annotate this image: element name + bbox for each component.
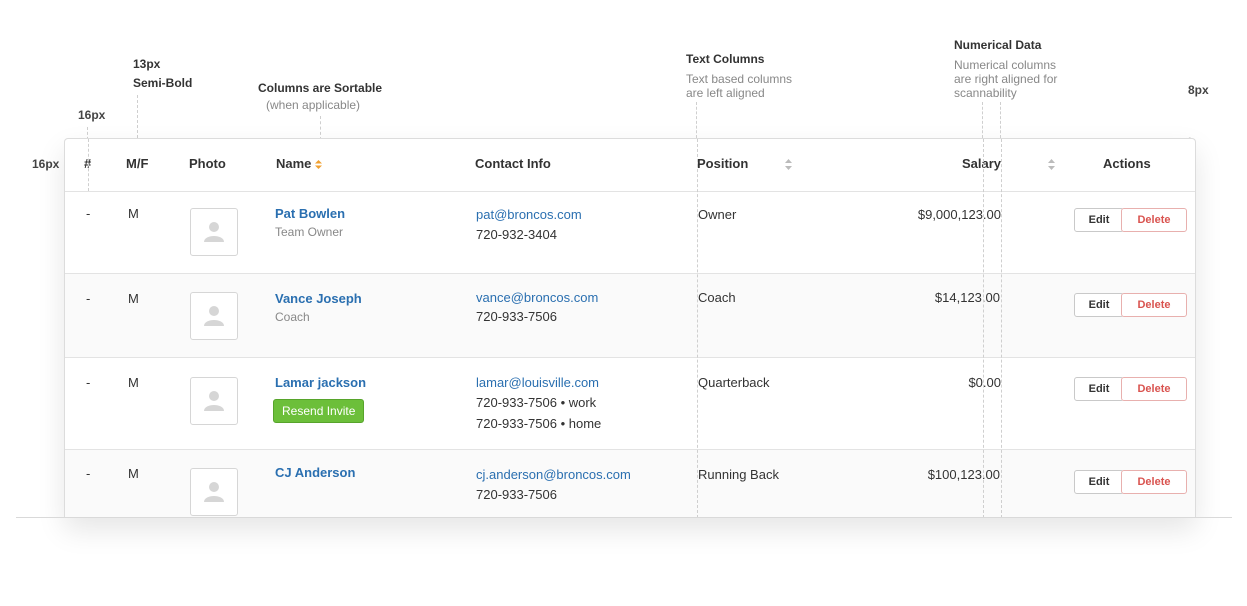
delete-button[interactable]: Delete xyxy=(1121,293,1187,317)
row-position: Running Back xyxy=(698,467,779,482)
row-email-link[interactable]: pat@broncos.com xyxy=(476,207,582,222)
row-salary: $100,123.00 xyxy=(927,467,1000,482)
user-placeholder-icon xyxy=(204,391,224,411)
header-name-label: Name xyxy=(276,156,312,171)
row-number: - xyxy=(86,466,91,481)
guide-numeric-column-b xyxy=(1001,139,1002,518)
sort-ascending-icon xyxy=(315,160,323,169)
delete-button[interactable]: Delete xyxy=(1121,208,1187,232)
header-name[interactable]: Name xyxy=(276,156,323,171)
table-row: - M CJ Anderson cj.anderson@broncos.com … xyxy=(65,449,1195,518)
annotation-font-size: 13px xyxy=(133,57,161,71)
row-salary: $0.00 xyxy=(968,375,1001,390)
sort-position-icon[interactable] xyxy=(785,159,792,170)
row-email-link[interactable]: vance@broncos.com xyxy=(476,290,598,305)
row-email-link[interactable]: cj.anderson@broncos.com xyxy=(476,467,631,482)
row-subtitle: Team Owner xyxy=(275,225,344,239)
edit-button[interactable]: Edit xyxy=(1074,208,1124,232)
table-row: - M Pat Bowlen Team Owner pat@broncos.co… xyxy=(65,191,1195,274)
row-name-link[interactable]: Vance Joseph xyxy=(275,291,362,306)
row-number: - xyxy=(86,206,91,221)
row-name-link[interactable]: Lamar jackson xyxy=(275,375,366,390)
row-number: - xyxy=(86,375,91,390)
user-placeholder-icon xyxy=(204,222,224,242)
row-gender: M xyxy=(128,206,139,221)
row-gender: M xyxy=(128,291,139,306)
row-position: Coach xyxy=(698,290,736,305)
annotation-text-columns-line1: Text based columns xyxy=(686,72,793,86)
annotation-numerical-line2: are right aligned for xyxy=(954,72,1058,86)
row-number: - xyxy=(86,291,91,306)
header-contact: Contact Info xyxy=(475,156,551,171)
avatar xyxy=(190,468,238,516)
header-gender: M/F xyxy=(126,156,149,171)
avatar xyxy=(190,208,238,256)
annotation-numerical-line3: scannability xyxy=(954,86,1017,100)
annotation-numerical-line1: Numerical columns xyxy=(954,58,1057,72)
row-phone: 720-933-7506 xyxy=(476,309,557,324)
annotation-text-columns-line2: are left aligned xyxy=(686,86,765,100)
guide-numeric-top-b xyxy=(1000,102,1001,138)
roster-table: # M/F Photo Name Contact Info Position S… xyxy=(64,138,1196,518)
avatar xyxy=(190,377,238,425)
delete-button[interactable]: Delete xyxy=(1121,470,1187,494)
row-salary: $9,000,123.00 xyxy=(917,207,1001,222)
annotation-text-columns-title: Text Columns xyxy=(686,52,765,66)
annotation-radius: 8px xyxy=(1188,83,1209,97)
guide-number-column xyxy=(88,139,89,191)
guide-numeric-top-a xyxy=(982,102,983,138)
annotation-top-spacing: 16px xyxy=(78,108,106,122)
table-row: - M Lamar jackson Resend Invite lamar@lo… xyxy=(65,357,1195,450)
guide-text-column-top xyxy=(696,102,697,138)
row-subtitle: Coach xyxy=(275,310,310,324)
annotation-numerical-title: Numerical Data xyxy=(954,38,1042,52)
sort-salary-icon[interactable] xyxy=(1048,159,1055,170)
resend-invite-button[interactable]: Resend Invite xyxy=(273,399,365,423)
row-email-link[interactable]: lamar@louisville.com xyxy=(476,375,599,390)
avatar xyxy=(190,292,238,340)
annotation-sortable-title: Columns are Sortable xyxy=(258,81,383,95)
row-phone: 720-932-3404 xyxy=(476,227,557,242)
annotation-left-spacing: 16px xyxy=(32,157,60,171)
annotation-font-weight: Semi-Bold xyxy=(133,76,193,90)
user-placeholder-icon xyxy=(204,482,224,502)
row-name-link[interactable]: CJ Anderson xyxy=(275,465,355,480)
guide-numeric-column-a xyxy=(983,139,984,518)
guide-text-column xyxy=(697,139,698,518)
row-salary: $14,123.00 xyxy=(934,290,1000,305)
row-gender: M xyxy=(128,375,139,390)
header-salary[interactable]: Salary xyxy=(962,156,1001,171)
header-position[interactable]: Position xyxy=(697,156,748,171)
divider xyxy=(16,517,1232,518)
row-phone-home: 720-933-7506 • home xyxy=(476,416,602,431)
annotation-sortable-note: (when applicable) xyxy=(266,98,361,112)
row-name-link[interactable]: Pat Bowlen xyxy=(275,206,345,221)
header-photo: Photo xyxy=(189,156,226,171)
header-actions: Actions xyxy=(1103,156,1151,171)
user-placeholder-icon xyxy=(204,306,224,326)
row-gender: M xyxy=(128,466,139,481)
row-phone-work: 720-933-7506 • work xyxy=(476,395,597,410)
row-position: Owner xyxy=(698,207,737,222)
edit-button[interactable]: Edit xyxy=(1074,470,1124,494)
edit-button[interactable]: Edit xyxy=(1074,293,1124,317)
row-phone: 720-933-7506 xyxy=(476,487,557,502)
table-row: - M Vance Joseph Coach vance@broncos.com… xyxy=(65,273,1195,358)
delete-button[interactable]: Delete xyxy=(1121,377,1187,401)
edit-button[interactable]: Edit xyxy=(1074,377,1124,401)
row-position: Quarterback xyxy=(698,375,770,390)
